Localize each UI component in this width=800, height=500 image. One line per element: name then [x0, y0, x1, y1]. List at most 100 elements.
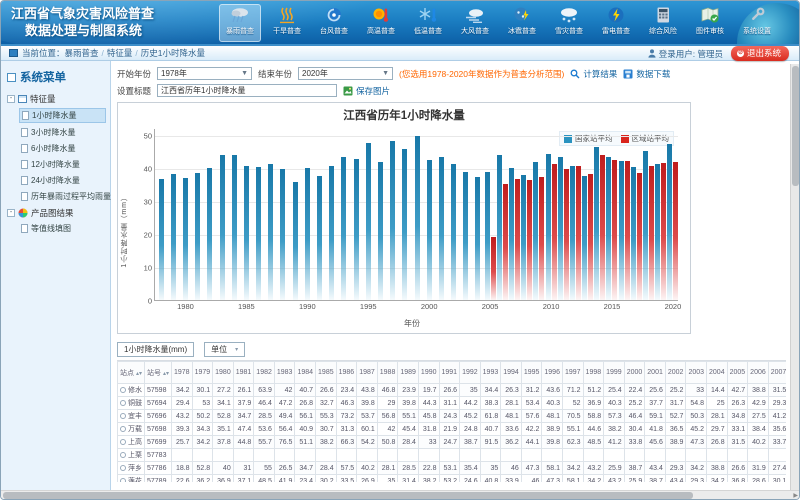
logout-button[interactable]: ⊘ 退出系统: [731, 46, 789, 61]
value-cell: 54.2: [357, 436, 378, 449]
horizontal-scrollbar[interactable]: ▶: [1, 490, 799, 499]
value-cell: 25.7: [171, 436, 192, 449]
column-header-station[interactable]: 站点 ▴▾: [118, 362, 145, 384]
radio-button[interactable]: [120, 387, 126, 393]
table-row[interactable]: 莲花5778922.636.236.937.148.541.923.430.23…: [118, 475, 787, 483]
unit-dropdown[interactable]: 单位▾: [204, 342, 245, 357]
column-header-year[interactable]: 1997: [562, 362, 583, 384]
sidebar-item-历年暴雨过程平均雨量[interactable]: 历年暴雨过程平均雨量: [19, 190, 106, 203]
end-year-select[interactable]: 2020年▼: [298, 67, 393, 80]
column-header-year[interactable]: 1996: [542, 362, 563, 384]
radio-button[interactable]: [120, 478, 126, 482]
save-image-button[interactable]: 保存图片: [343, 85, 390, 97]
column-header-year[interactable]: 2004: [707, 362, 728, 384]
column-header-year[interactable]: 2003: [686, 362, 707, 384]
column-header-year[interactable]: 2006: [748, 362, 769, 384]
sidebar-item-1小时降水量[interactable]: 1小时降水量: [19, 108, 106, 123]
station-name-cell[interactable]: 上高: [118, 436, 145, 449]
download-button[interactable]: 数据下载: [623, 68, 670, 80]
collapse-icon[interactable]: -: [7, 95, 15, 103]
column-header-year[interactable]: 1992: [460, 362, 481, 384]
station-name-cell[interactable]: 万载: [118, 423, 145, 436]
horizontal-scrollbar-thumb[interactable]: [3, 492, 693, 499]
radio-button[interactable]: [120, 452, 126, 458]
station-name-cell[interactable]: 修水: [118, 384, 145, 397]
column-header-year[interactable]: 1991: [439, 362, 460, 384]
nav-item-大风普查[interactable]: 大风普查: [454, 4, 496, 42]
radio-button[interactable]: [120, 439, 126, 445]
radio-button[interactable]: [120, 413, 126, 419]
sidebar-item-等值线填图[interactable]: 等值线填图: [19, 222, 106, 235]
sidebar-item-3小时降水量[interactable]: 3小时降水量: [19, 126, 106, 139]
column-header-year[interactable]: 1979: [192, 362, 213, 384]
column-header-year[interactable]: 1984: [295, 362, 316, 384]
station-name-cell[interactable]: 萍乡: [118, 462, 145, 475]
tree-node-特征量[interactable]: -特征量: [7, 93, 106, 105]
station-name-cell[interactable]: 上栗: [118, 449, 145, 462]
value-cell: 27.5: [748, 410, 769, 423]
column-header-year[interactable]: 1989: [398, 362, 419, 384]
collapse-icon[interactable]: -: [7, 209, 15, 217]
column-header-year[interactable]: 1983: [274, 362, 295, 384]
breadcrumb-item[interactable]: 暴雨普查: [65, 48, 99, 58]
station-name-cell[interactable]: 铜鼓: [118, 397, 145, 410]
nav-item-暴雨普查[interactable]: 暴雨普查: [219, 4, 261, 42]
table-row[interactable]: 修水5759834.230.127.226.163.94240.726.623.…: [118, 384, 787, 397]
column-header-year[interactable]: 1982: [254, 362, 275, 384]
column-header-year[interactable]: 2007: [768, 362, 786, 384]
column-header-year[interactable]: 2001: [645, 362, 666, 384]
table-row[interactable]: 萍乡5778618.852.840315526.534.728.457.540.…: [118, 462, 787, 475]
nav-item-雪灾普查[interactable]: 雪灾普查: [548, 4, 590, 42]
breadcrumb-item[interactable]: 特征量: [107, 48, 133, 58]
nav-item-台风普查[interactable]: 台风普查: [313, 4, 355, 42]
nav-item-综合风险[interactable]: 综合风险: [642, 4, 684, 42]
column-header-year[interactable]: 1978: [171, 362, 192, 384]
sidebar-item-6小时降水量[interactable]: 6小时降水量: [19, 142, 106, 155]
data-table-viewport[interactable]: 站点 ▴▾站号 ▴▾197819791980198119821983198419…: [117, 360, 786, 482]
table-row[interactable]: 铜鼓5769429.45334.137.946.447.226.832.746.…: [118, 397, 787, 410]
column-header-year[interactable]: 2000: [624, 362, 645, 384]
column-header-year[interactable]: 1994: [501, 362, 522, 384]
nav-item-系统设置[interactable]: 系统设置: [736, 4, 778, 42]
column-header-year[interactable]: 1995: [521, 362, 542, 384]
radio-button[interactable]: [120, 400, 126, 406]
nav-item-低温普查[interactable]: 低温普查: [407, 4, 449, 42]
column-header-year[interactable]: 1980: [213, 362, 234, 384]
station-name-cell[interactable]: 宜丰: [118, 410, 145, 423]
column-header-year[interactable]: 1990: [418, 362, 439, 384]
nav-item-雷电普查[interactable]: 雷电普查: [595, 4, 637, 42]
table-row[interactable]: 万载5769839.334.335.147.453.656.440.930.73…: [118, 423, 787, 436]
vertical-scrollbar[interactable]: [790, 64, 799, 500]
nav-item-高温普查[interactable]: 高温普查: [360, 4, 402, 42]
value-cell: [357, 449, 378, 462]
column-header-station-id[interactable]: 站号 ▴▾: [145, 362, 172, 384]
calculate-button[interactable]: 计算结果: [570, 68, 617, 80]
column-header-year[interactable]: 1993: [480, 362, 501, 384]
column-header-year[interactable]: 2005: [727, 362, 748, 384]
radio-button[interactable]: [120, 426, 126, 432]
nav-item-冰雹普查[interactable]: 冰雹普查: [501, 4, 543, 42]
station-name-cell[interactable]: 莲花: [118, 475, 145, 483]
chart-title-input[interactable]: [157, 84, 337, 97]
column-header-year[interactable]: 2002: [665, 362, 686, 384]
sidebar-item-24小时降水量[interactable]: 24小时降水量: [19, 174, 106, 187]
radio-button[interactable]: [120, 465, 126, 471]
column-header-year[interactable]: 1998: [583, 362, 604, 384]
table-row[interactable]: 宜丰5769643.250.252.834.728.549.456.155.37…: [118, 410, 787, 423]
column-header-year[interactable]: 1988: [377, 362, 398, 384]
value-cell: 42: [274, 384, 295, 397]
vertical-scrollbar-thumb[interactable]: [792, 66, 799, 186]
column-header-year[interactable]: 1987: [357, 362, 378, 384]
table-row[interactable]: 上高5769925.734.237.844.855.776.551.138.26…: [118, 436, 787, 449]
breadcrumb-item[interactable]: 历史1小时降水量: [141, 48, 205, 58]
table-row[interactable]: 上栗57783: [118, 449, 787, 462]
start-year-select[interactable]: 1978年▼: [157, 67, 252, 80]
column-header-year[interactable]: 1985: [316, 362, 337, 384]
tree-node-产品图结果[interactable]: -产品图结果: [7, 207, 106, 219]
column-header-year[interactable]: 1999: [604, 362, 625, 384]
column-header-year[interactable]: 1981: [233, 362, 254, 384]
nav-item-干旱普查[interactable]: 干旱普查: [266, 4, 308, 42]
sidebar-item-12小时降水量[interactable]: 12小时降水量: [19, 158, 106, 171]
nav-item-图件审核[interactable]: 图件审核: [689, 4, 731, 42]
column-header-year[interactable]: 1986: [336, 362, 357, 384]
